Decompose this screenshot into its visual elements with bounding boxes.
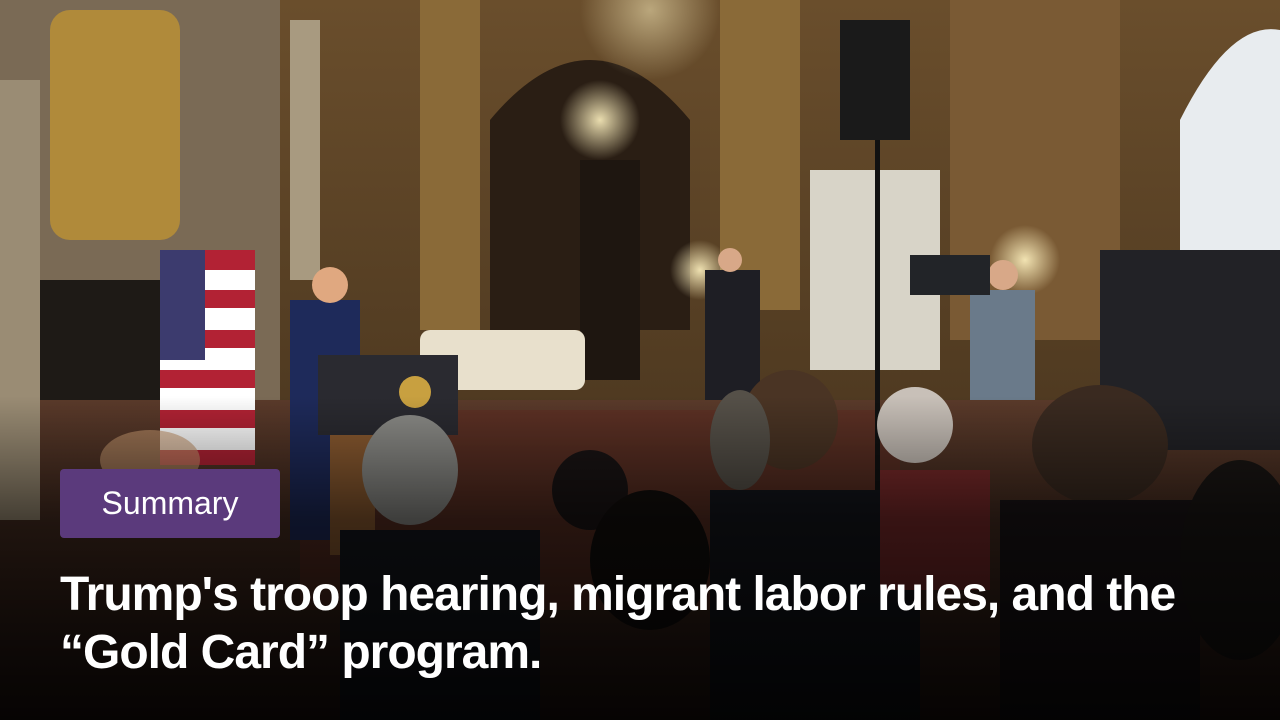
summary-badge-label: Summary xyxy=(101,485,239,521)
headline: Trump's troop hearing, migrant labor rul… xyxy=(60,568,1176,679)
summary-badge: Summary xyxy=(60,469,280,538)
